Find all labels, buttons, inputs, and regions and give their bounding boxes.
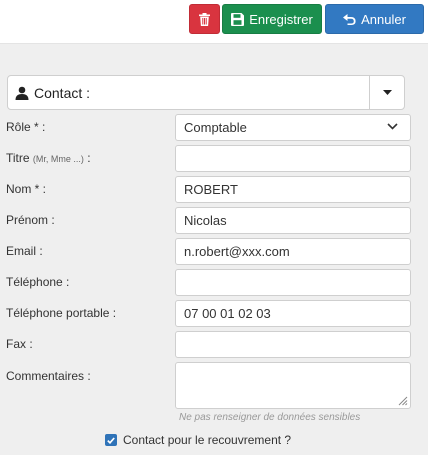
floppy-disk-icon bbox=[231, 12, 245, 26]
titre-label-hint: (Mr, Mme ...) bbox=[32, 154, 84, 164]
nom-field-value: ROBERT bbox=[184, 182, 238, 197]
nom-field[interactable]: ROBERT bbox=[175, 176, 411, 203]
checkmark-icon bbox=[107, 436, 115, 444]
undo-icon bbox=[343, 13, 356, 25]
nom-label: Nom * : bbox=[6, 182, 47, 196]
fax-field[interactable] bbox=[175, 331, 411, 358]
role-label: Rôle * : bbox=[6, 120, 46, 134]
telephone-portable-field-value: 07 00 01 02 03 bbox=[184, 306, 271, 321]
recouvrement-label: Contact pour le recouvrement ? bbox=[123, 433, 292, 447]
contact-label: Contact : bbox=[34, 84, 91, 101]
save-button[interactable]: Enregistrer bbox=[222, 4, 322, 34]
resize-handle-icon[interactable] bbox=[398, 396, 408, 406]
save-button-label: Enregistrer bbox=[249, 11, 313, 27]
commentaires-hint: Ne pas renseigner de données sensibles bbox=[179, 412, 361, 423]
titre-label-suffix: : bbox=[83, 151, 91, 165]
telephone-label: Téléphone : bbox=[6, 275, 70, 289]
delete-button[interactable] bbox=[189, 4, 220, 34]
caret-down-icon bbox=[382, 90, 392, 95]
contact-header: Contact : bbox=[15, 76, 90, 109]
contact-dropdown-toggle[interactable] bbox=[369, 76, 404, 109]
titre-label: Titre (Mr, Mme ...) : bbox=[6, 151, 91, 165]
prenom-field[interactable]: Nicolas bbox=[175, 207, 411, 234]
recouvrement-checkbox[interactable] bbox=[105, 434, 117, 446]
toolbar: Enregistrer Annuler bbox=[0, 0, 428, 44]
prenom-label: Prénom : bbox=[6, 213, 55, 227]
telephone-portable-field[interactable]: 07 00 01 02 03 bbox=[175, 300, 411, 327]
email-label: Email : bbox=[6, 244, 43, 258]
trash-icon bbox=[199, 12, 210, 26]
commentaires-label: Commentaires : bbox=[6, 369, 91, 383]
telephone-portable-label: Téléphone portable : bbox=[6, 306, 117, 320]
telephone-field[interactable] bbox=[175, 269, 411, 296]
titre-field[interactable] bbox=[175, 145, 411, 172]
user-icon bbox=[15, 86, 29, 100]
email-field-value: n.robert@xxx.com bbox=[184, 244, 290, 259]
prenom-field-value: Nicolas bbox=[184, 213, 227, 228]
email-field[interactable]: n.robert@xxx.com bbox=[175, 238, 411, 265]
role-select-value: Comptable bbox=[184, 120, 247, 135]
cancel-button[interactable]: Annuler bbox=[325, 4, 424, 34]
role-select[interactable]: Comptable bbox=[175, 114, 411, 141]
chevron-down-icon bbox=[387, 123, 398, 130]
commentaires-textarea[interactable] bbox=[175, 362, 411, 409]
fax-label: Fax : bbox=[6, 337, 33, 351]
recouvrement-checkbox-row[interactable]: Contact pour le recouvrement ? bbox=[105, 433, 291, 447]
contact-selector[interactable]: Contact : bbox=[7, 75, 405, 110]
cancel-button-label: Annuler bbox=[361, 11, 406, 27]
titre-label-text: Titre bbox=[6, 151, 30, 165]
